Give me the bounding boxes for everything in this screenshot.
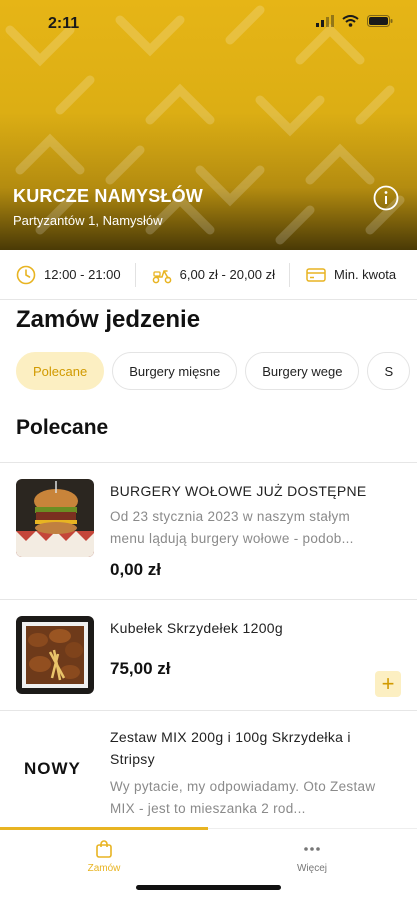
item-title: Kubełek Skrzydełek 1200g: [110, 620, 283, 636]
card-icon: [306, 267, 326, 282]
chip-next-category[interactable]: S: [367, 352, 411, 390]
minimum-order-text: Min. kwota: [334, 267, 397, 282]
active-tab-indicator: [0, 827, 208, 830]
chip-polecane[interactable]: Polecane: [16, 352, 105, 390]
delivery-fee: 6,00 zł - 20,00 zł: [134, 262, 289, 287]
home-indicator: [136, 885, 281, 890]
add-item-button[interactable]: +: [375, 671, 401, 697]
wifi-icon: [342, 15, 359, 27]
opening-hours-text: 12:00 - 21:00: [44, 267, 121, 282]
tab-wiecej-label: Więcej: [296, 863, 327, 874]
battery-icon: [367, 15, 393, 27]
category-heading: Polecane: [16, 416, 109, 439]
menu-item[interactable]: BURGERY WOŁOWE JUŻ DOSTĘPNE Od 23 styczn…: [0, 462, 417, 599]
more-dots-icon: [304, 847, 320, 851]
restaurant-address: Partyzantów 1, Namysłów: [13, 213, 163, 228]
item-description: Od 23 stycznia 2023 w naszym stałym menu…: [110, 509, 354, 546]
minimum-order: Min. kwota: [289, 262, 410, 287]
new-badge: NOWY: [24, 759, 81, 778]
signal-icon: [316, 15, 334, 27]
menu-item-list: BURGERY WOŁOWE JUŻ DOSTĘPNE Od 23 styczn…: [0, 462, 417, 830]
status-bar: 2:11: [0, 0, 417, 46]
chip-burgery-wege[interactable]: Burgery wege: [245, 352, 360, 390]
tab-zamow-label: Zamów: [87, 863, 121, 874]
delivery-fee-text: 6,00 zł - 20,00 zł: [179, 267, 276, 282]
restaurant-name: KURCZE NAMYSŁÓW: [13, 186, 203, 206]
menu-item[interactable]: Kubełek Skrzydełek 1200g 75,00 zł +: [0, 599, 417, 710]
wings-photo: [16, 616, 94, 694]
burger-photo: [16, 479, 94, 557]
item-title: BURGERY WOŁOWE JUŻ DOSTĘPNE: [110, 483, 367, 499]
item-description: Wy pytacie, my odpowiadamy. Oto Zestaw M…: [110, 779, 376, 816]
status-time: 2:11: [48, 15, 80, 32]
tab-wiecej[interactable]: Więcej: [208, 839, 416, 874]
restaurant-info-row: 12:00 - 21:00 6,00 zł - 20,00 zł Min. kw…: [0, 250, 417, 300]
status-icons: [316, 15, 393, 27]
item-price: 75,00 zł: [110, 659, 171, 678]
item-price: 0,00 zł: [110, 560, 162, 579]
item-title: Zestaw MIX 200g i 100g Skrzydełka i Stri…: [110, 729, 351, 767]
chip-burgery-miesne[interactable]: Burgery mięsne: [112, 352, 238, 390]
clock-icon: [16, 265, 36, 284]
category-chips: Polecane Burgery mięsne Burgery wege S: [16, 352, 411, 390]
page-title: Zamów jedzenie: [16, 306, 201, 333]
menu-item[interactable]: NOWY Zestaw MIX 200g i 100g Skrzydełka i…: [0, 710, 417, 830]
info-icon[interactable]: [373, 185, 399, 211]
tab-zamow[interactable]: Zamów: [0, 839, 208, 874]
bag-icon: [96, 840, 112, 858]
opening-hours: 12:00 - 21:00: [0, 263, 135, 287]
scooter-icon: [152, 269, 171, 283]
restaurant-header: 2:11 KURCZE NAMYSŁÓW Partyzantów 1, Namy…: [0, 0, 417, 250]
